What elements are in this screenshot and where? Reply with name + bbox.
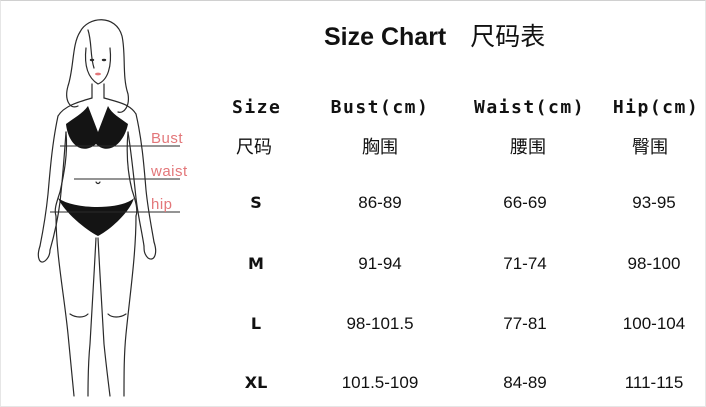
hip-measure-label: hip [151, 196, 173, 213]
chart-title: Size Chart 尺码表 [324, 17, 545, 53]
header-size-en: Size [232, 97, 282, 118]
row-bust: 101.5-109 [341, 373, 419, 392]
title-english: Size Chart [324, 23, 447, 51]
header-waist-en: Waist(cm) [474, 97, 586, 118]
row-size: XL [244, 373, 268, 392]
header-hip-en: Hip(cm) [612, 97, 700, 118]
row-hip: 100-104 [622, 314, 686, 333]
row-waist: 84-89 [503, 373, 547, 392]
body-figure-illustration [30, 14, 210, 407]
header-bust-en: Bust(cm) [330, 97, 430, 118]
row-size: M [248, 254, 264, 273]
header-hip-zh: 臀围 [632, 137, 668, 158]
row-bust: 91-94 [358, 254, 402, 273]
waist-measure-label: waist [151, 163, 188, 180]
row-hip: 93-95 [632, 193, 676, 212]
header-size-zh: 尺码 [236, 137, 272, 158]
row-waist: 77-81 [503, 314, 547, 333]
row-size: S [250, 193, 262, 212]
row-hip: 98-100 [627, 254, 681, 273]
row-hip: 111-115 [624, 373, 684, 392]
row-waist: 71-74 [503, 254, 547, 273]
row-size: L [250, 314, 262, 333]
header-bust-zh: 胸围 [362, 137, 398, 158]
header-waist-zh: 腰围 [510, 137, 546, 158]
row-bust: 98-101.5 [346, 314, 414, 333]
row-bust: 86-89 [358, 193, 402, 212]
bust-measure-label: Bust [151, 130, 184, 147]
title-chinese: 尺码表 [470, 22, 546, 51]
row-waist: 66-69 [503, 193, 547, 212]
